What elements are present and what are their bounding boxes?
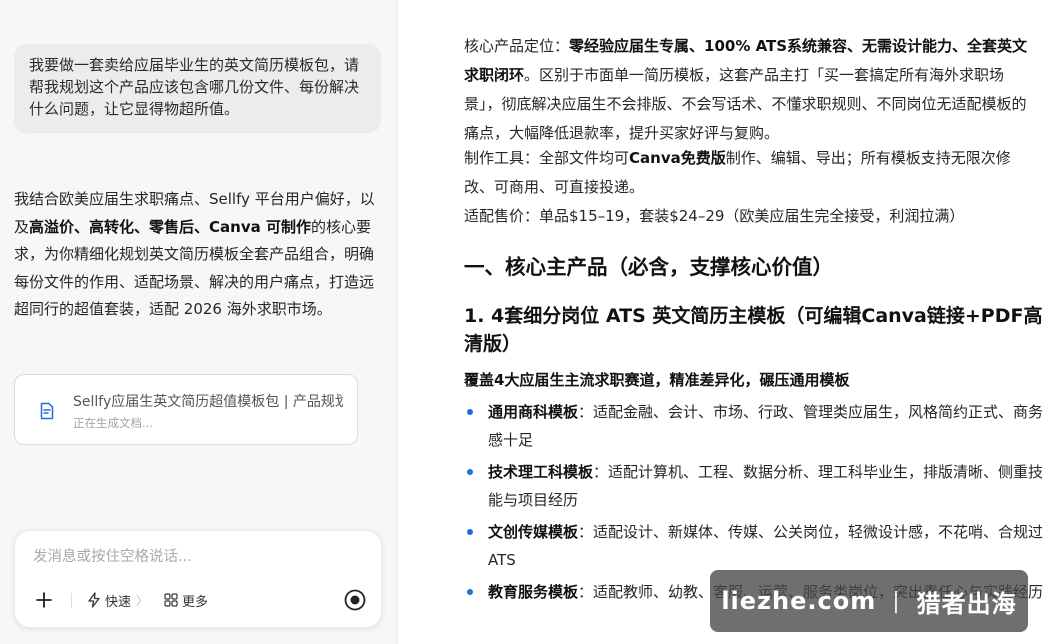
list-item-title: 技术理工科模板: [488, 463, 594, 481]
document-card-status: 正在生成文档...: [73, 416, 153, 430]
voice-record-icon[interactable]: [342, 587, 368, 613]
section-heading: 一、核心主产品（必含，支撑核心价值）: [464, 255, 833, 279]
more-label: 更多: [182, 594, 209, 610]
document-card-title: Sellfy应届生英文简历超值模板包 | 产品规划: [73, 394, 343, 410]
tools-paragraph: 制作工具：全部文件均可Canva免费版制作、编辑、导出；所有模板支持无限次修改、…: [464, 144, 1040, 202]
watermark-separator: |: [892, 588, 901, 614]
watermark-domain: liezhe.com: [721, 587, 877, 615]
bullet-dot: [467, 469, 473, 475]
fast-mode-button[interactable]: 快速〉: [87, 589, 148, 611]
subsection-subheading: 覆盖4大应届生主流求职赛道，精准差异化，碾压通用模板: [464, 371, 850, 389]
message-input[interactable]: [33, 545, 353, 569]
bullet-dot: [467, 529, 473, 535]
positioning-label: 核心产品定位：: [464, 37, 570, 55]
document-edit-icon: [40, 402, 54, 420]
watermark-brand: 猎者出海: [916, 589, 1017, 618]
list-item-title: 教育服务模板: [488, 583, 579, 601]
user-message-bubble: 我要做一套卖给应届毕业生的英文简历模板包，请帮我规划这个产品应该包含哪几份文件、…: [14, 44, 381, 133]
list-item-title: 文创传媒模板: [488, 523, 579, 541]
tools-bold: Canva免费版: [629, 149, 726, 167]
subsection-heading: 1. 4套细分岗位 ATS 英文简历主模板（可编辑Canva链接+PDF高清版）: [464, 305, 1043, 355]
more-button[interactable]: 更多: [164, 589, 208, 611]
plus-icon[interactable]: [34, 590, 54, 610]
assistant-text-bold: 高溢价、高转化、零售后、Canva 可制作: [29, 217, 311, 236]
assistant-message: 我结合欧美应届生求职痛点、Sellfy 平台用户偏好，以及高溢价、高转化、零售后…: [14, 186, 386, 324]
lightning-icon: [88, 592, 100, 608]
fast-mode-chevron-icon: 〉: [136, 593, 149, 608]
positioning-text: 。区别于市面单一简历模板，这套产品主打「买一套搞定所有海外求职场景」，彻底解决应…: [464, 66, 1027, 142]
bullet-dot: [467, 589, 473, 595]
user-message-text: 我要做一套卖给应届毕业生的英文简历模板包，请帮我规划这个产品应该包含哪几份文件、…: [29, 56, 360, 118]
watermark: liezhe.com | 猎者出海: [710, 570, 1028, 632]
pricing-paragraph: 适配售价：单品$15–19，套装$24–29（欧美应届生完全接受，利润拉满）: [464, 207, 965, 225]
generated-document-card[interactable]: Sellfy应届生英文简历超值模板包 | 产品规划 正在生成文档...: [14, 374, 358, 445]
product-positioning-paragraph: 核心产品定位：零经验应届生专属、100% ATS系统兼容、无需设计能力、全套英文…: [464, 32, 1040, 148]
document-panel: 核心产品定位：零经验应届生专属、100% ATS系统兼容、无需设计能力、全套英文…: [398, 0, 1052, 644]
toolbar-divider: [71, 593, 72, 608]
list-item: 文创传媒模板：适配设计、新媒体、传媒、公关岗位，轻微设计感，不花哨、合规过ATS: [464, 518, 1044, 574]
tools-label: 制作工具：全部文件均可: [464, 149, 630, 167]
grid-icon: [164, 593, 178, 607]
list-item: 技术理工科模板：适配计算机、工程、数据分析、理工科毕业生，排版清晰、侧重技能与项…: [464, 458, 1044, 514]
chat-panel: 我要做一套卖给应届毕业生的英文简历模板包，请帮我规划这个产品应该包含哪几份文件、…: [0, 0, 398, 644]
bullet-dot: [467, 409, 473, 415]
message-composer: 快速〉 更多: [14, 530, 382, 628]
list-item-title: 通用商科模板: [488, 403, 579, 421]
list-item: 通用商科模板：适配金融、会计、市场、行政、管理类应届生，风格简约正式、商务感十足: [464, 398, 1044, 454]
fast-mode-label: 快速: [105, 594, 132, 610]
